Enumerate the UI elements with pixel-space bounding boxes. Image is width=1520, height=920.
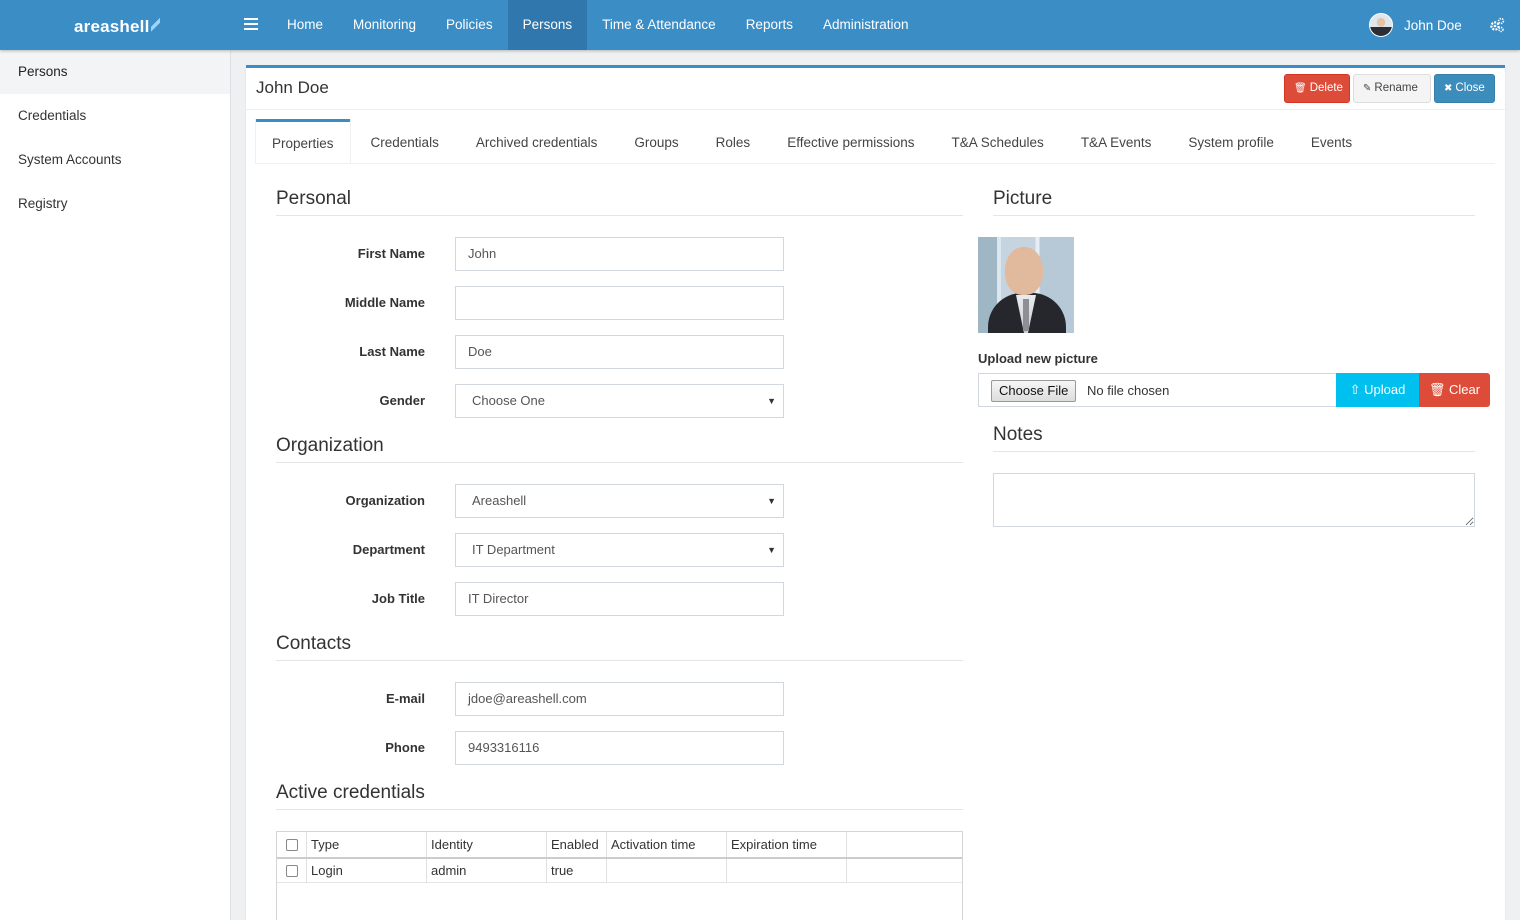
close-button[interactable]: ✖ Close xyxy=(1434,74,1495,103)
nav-administration[interactable]: Administration xyxy=(808,0,924,50)
nav-reports[interactable]: Reports xyxy=(731,0,808,50)
job-title-field[interactable]: IT Director xyxy=(455,582,784,616)
choose-file-button[interactable]: Choose File xyxy=(991,380,1077,402)
column-header[interactable]: Identity xyxy=(427,832,547,857)
table-row[interactable]: Login admin true xyxy=(277,859,962,883)
delete-button[interactable]: 🗑 Delete xyxy=(1284,74,1350,103)
edit-icon: ✎ xyxy=(1363,83,1372,94)
notes-heading: Notes xyxy=(993,424,1475,452)
tab-archived-credentials[interactable]: Archived credentials xyxy=(460,119,614,164)
first-name-field[interactable]: John xyxy=(455,237,784,271)
nav-home[interactable]: Home xyxy=(272,0,338,50)
tab-ta-schedules[interactable]: T&A Schedules xyxy=(936,119,1060,164)
sidebar: Persons Credentials System Accounts Regi… xyxy=(0,50,231,920)
tab-events[interactable]: Events xyxy=(1295,119,1368,164)
sidebar-item-credentials[interactable]: Credentials xyxy=(0,94,230,138)
trash-icon: 🗑 xyxy=(1428,382,1446,397)
sidebar-item-persons[interactable]: Persons xyxy=(0,50,230,94)
brand-name: areashell xyxy=(74,17,150,36)
credentials-table: Type Identity Enabled Activation time Ex… xyxy=(276,831,963,920)
main-menu: Home Monitoring Policies Persons Time & … xyxy=(272,0,924,50)
user-name: John Doe xyxy=(1404,17,1462,33)
last-name-field[interactable]: Doe xyxy=(455,335,784,369)
gender-label: Gender xyxy=(379,393,425,408)
sidebar-item-system-accounts[interactable]: System Accounts xyxy=(0,138,230,182)
nav-time-attendance[interactable]: Time & Attendance xyxy=(587,0,731,50)
sidebar-item-registry[interactable]: Registry xyxy=(0,182,230,226)
cogs-icon[interactable] xyxy=(1489,17,1505,33)
file-status: No file chosen xyxy=(1087,383,1170,398)
first-name-label: First Name xyxy=(357,246,425,261)
active-credentials-heading: Active credentials xyxy=(276,782,963,810)
organization-label: Organization xyxy=(345,493,425,508)
tab-ta-events[interactable]: T&A Events xyxy=(1065,119,1168,164)
menu-toggle-icon[interactable] xyxy=(244,18,258,30)
trash-icon: 🗑 xyxy=(1294,83,1307,94)
page-title: John Doe xyxy=(256,78,329,97)
table-cell: Login xyxy=(307,859,427,882)
nav-policies[interactable]: Policies xyxy=(431,0,508,50)
tab-groups[interactable]: Groups xyxy=(618,119,694,164)
nav-persons[interactable]: Persons xyxy=(507,0,588,50)
table-cell xyxy=(607,859,727,882)
upload-button[interactable]: ⇧ Upload xyxy=(1336,373,1419,407)
column-header[interactable]: Enabled xyxy=(547,832,607,857)
avatar xyxy=(1369,13,1393,37)
caret-down-icon: ▼ xyxy=(767,396,776,406)
caret-down-icon: ▼ xyxy=(767,496,776,506)
panel-header: John Doe 🗑 Delete ✎ Rename ✖ Close xyxy=(246,68,1505,110)
table-cell xyxy=(727,859,847,882)
upload-icon: ⇧ xyxy=(1349,382,1361,397)
personal-heading: Personal xyxy=(276,188,963,216)
tab-credentials[interactable]: Credentials xyxy=(355,119,455,164)
tab-properties[interactable]: Properties xyxy=(256,119,350,164)
tab-effective-permissions[interactable]: Effective permissions xyxy=(771,119,930,164)
middle-name-label: Middle Name xyxy=(344,295,425,310)
caret-down-icon: ▼ xyxy=(767,545,776,555)
column-header[interactable]: Activation time xyxy=(607,832,727,857)
user-menu[interactable]: John Doe xyxy=(1369,13,1462,37)
department-select[interactable]: IT Department ▼ xyxy=(455,533,784,567)
job-title-label: Job Title xyxy=(371,591,425,606)
picture-heading: Picture xyxy=(993,188,1475,216)
row-checkbox[interactable] xyxy=(277,859,307,882)
tab-system-profile[interactable]: System profile xyxy=(1172,119,1290,164)
tab-bar: Properties Credentials Archived credenti… xyxy=(256,119,1495,164)
gender-select[interactable]: Choose One ▼ xyxy=(455,384,784,418)
notes-textarea[interactable] xyxy=(993,473,1475,527)
brand-mark-icon xyxy=(150,17,160,33)
middle-name-field[interactable] xyxy=(455,286,784,320)
organization-select[interactable]: Areashell ▼ xyxy=(455,484,784,518)
select-all-checkbox[interactable] xyxy=(277,832,307,857)
upload-label: Upload new picture xyxy=(978,351,1098,366)
close-icon: ✖ xyxy=(1444,83,1453,94)
clear-button[interactable]: 🗑 Clear xyxy=(1419,373,1490,407)
file-input[interactable]: Choose File No file chosen xyxy=(978,373,1337,407)
person-photo xyxy=(978,237,1074,333)
phone-label: Phone xyxy=(385,740,425,755)
table-header: Type Identity Enabled Activation time Ex… xyxy=(277,832,962,859)
person-panel: John Doe 🗑 Delete ✎ Rename ✖ Close Properti… xyxy=(246,65,1505,920)
department-label: Department xyxy=(352,542,425,557)
email-label: E-mail xyxy=(385,691,425,706)
rename-button[interactable]: ✎ Rename xyxy=(1353,74,1431,103)
table-cell: admin xyxy=(427,859,547,882)
tab-roles[interactable]: Roles xyxy=(700,119,767,164)
nav-monitoring[interactable]: Monitoring xyxy=(338,0,431,50)
email-field[interactable]: jdoe@areashell.com xyxy=(455,682,784,716)
last-name-label: Last Name xyxy=(359,344,425,359)
organization-heading: Organization xyxy=(276,435,963,463)
top-navbar: areashell Home Monitoring Policies Perso… xyxy=(0,0,1520,50)
phone-field[interactable]: 9493316116 xyxy=(455,731,784,765)
table-cell: true xyxy=(547,859,607,882)
contacts-heading: Contacts xyxy=(276,633,963,661)
column-header[interactable]: Expiration time xyxy=(727,832,847,857)
brand-logo[interactable]: areashell xyxy=(74,17,160,37)
column-header[interactable]: Type xyxy=(307,832,427,857)
